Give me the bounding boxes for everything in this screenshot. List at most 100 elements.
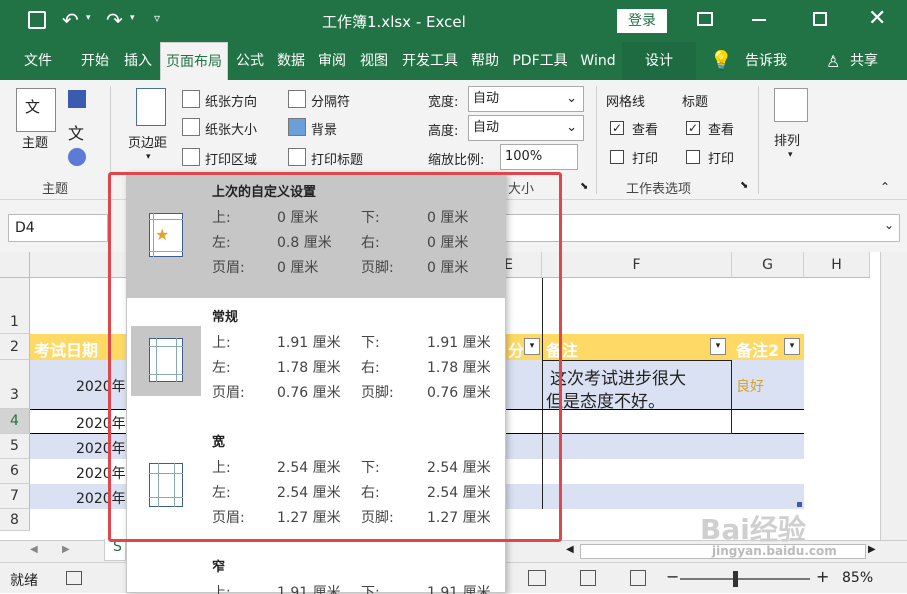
vertical-scrollbar[interactable] <box>880 252 907 542</box>
gridlines-print-label: 打印 <box>632 152 659 167</box>
filter-dropdown-icon[interactable]: ▾ <box>784 338 800 355</box>
row-header-5[interactable]: 5 <box>0 434 30 459</box>
colors-icon[interactable] <box>68 90 86 108</box>
headings-view-checkbox[interactable]: ✓ <box>686 121 700 135</box>
effects-icon[interactable] <box>68 148 86 166</box>
cell-note-line1[interactable]: 这次考试进步很大 <box>550 364 686 389</box>
filter-dropdown-icon[interactable]: ▾ <box>710 338 726 355</box>
tab-developer[interactable]: 开发工具 <box>396 42 464 80</box>
login-button[interactable]: 登录 <box>617 9 667 33</box>
zoom-level[interactable]: 85% <box>842 570 873 586</box>
gridlines-print-checkbox[interactable] <box>610 150 624 164</box>
collapse-ribbon-icon[interactable]: ⌃ <box>880 180 890 194</box>
table-resize-handle[interactable] <box>797 502 802 507</box>
scroll-left-icon[interactable]: ◀ <box>30 544 38 555</box>
tab-home[interactable]: 开始 <box>72 42 118 80</box>
column-header-g[interactable]: G <box>732 252 804 278</box>
tab-view[interactable]: 视图 <box>354 42 394 80</box>
orientation-icon[interactable] <box>182 90 200 108</box>
zoom-slider[interactable] <box>680 578 810 580</box>
print-titles-button[interactable]: 打印标题 <box>311 149 363 168</box>
minimize-icon[interactable] <box>752 19 766 21</box>
orientation-button[interactable]: 纸张方向 <box>205 91 257 110</box>
redo-dropdown-icon[interactable]: ▾ <box>130 13 135 23</box>
cell-rating[interactable]: 良好 <box>736 376 764 396</box>
breaks-icon[interactable] <box>288 90 306 108</box>
arrange-icon[interactable] <box>774 88 808 122</box>
dialog-launcher-icon[interactable]: ⬊ <box>740 180 748 191</box>
save-icon[interactable] <box>28 11 46 29</box>
select-all-corner[interactable] <box>0 252 30 278</box>
row-header-3[interactable]: 3 <box>0 360 30 409</box>
tab-wind[interactable]: Wind <box>576 42 620 80</box>
zoom-out-icon[interactable]: − <box>666 567 679 586</box>
size-button[interactable]: 纸张大小 <box>205 119 257 138</box>
margin-option-narrow[interactable]: 窄 上: 1.91 厘米 下: 1.91 厘米 <box>127 548 505 594</box>
column-header-f[interactable]: F <box>542 252 732 278</box>
row-header-1[interactable]: 1 <box>0 278 30 334</box>
horizontal-scroll-left-icon[interactable]: ◀ <box>566 544 574 555</box>
tab-pdf-tools[interactable]: PDF工具 <box>506 42 574 80</box>
share-button[interactable]: 共享 <box>844 42 884 80</box>
tab-review[interactable]: 审阅 <box>312 42 352 80</box>
header-cell-note2[interactable]: 备注2 <box>736 337 784 361</box>
undo-icon[interactable]: ↶ <box>62 8 79 32</box>
row-header-7[interactable]: 7 <box>0 484 30 509</box>
redo-icon[interactable]: ↷ <box>106 8 123 32</box>
expand-formula-icon[interactable]: ⌄ <box>884 218 894 232</box>
zoom-slider-thumb[interactable] <box>733 571 738 587</box>
headings-print-checkbox[interactable] <box>686 150 700 164</box>
print-titles-icon[interactable] <box>288 148 306 166</box>
sheet-tab[interactable]: S <box>104 539 126 561</box>
share-icon[interactable]: ♙ <box>826 52 840 71</box>
scale-input[interactable]: 100% <box>500 144 578 170</box>
row-header-6[interactable]: 6 <box>0 459 30 484</box>
margins-icon[interactable] <box>136 88 166 126</box>
background-button[interactable]: 背景 <box>311 119 337 138</box>
fonts-icon[interactable]: 文 <box>68 120 84 144</box>
tab-formulas[interactable]: 公式 <box>230 42 270 80</box>
tab-insert[interactable]: 插入 <box>118 42 158 80</box>
arrange-dropdown-icon[interactable]: ▾ <box>788 150 793 160</box>
tab-data[interactable]: 数据 <box>272 42 310 80</box>
width-select[interactable]: 自动 ⌄ <box>468 86 584 112</box>
horizontal-scroll-right-icon[interactable]: ▶ <box>868 544 876 555</box>
tab-page-layout[interactable]: 页面布局 <box>160 42 228 80</box>
macro-record-icon[interactable] <box>66 571 82 585</box>
margins-button[interactable]: 页边距 <box>128 132 167 151</box>
column-header-h[interactable]: H <box>804 252 870 278</box>
tab-design[interactable]: 设计 <box>622 42 696 80</box>
theme-button[interactable]: 主题 <box>22 132 48 151</box>
breaks-button[interactable]: 分隔符 <box>311 91 350 110</box>
ribbon-display-icon[interactable] <box>697 12 713 26</box>
row-header-8[interactable]: 8 <box>0 509 30 531</box>
tab-help[interactable]: 帮助 <box>466 42 504 80</box>
maximize-icon[interactable] <box>813 12 827 26</box>
row-header-2[interactable]: 2 <box>0 334 30 360</box>
size-icon[interactable] <box>182 118 200 136</box>
print-area-button[interactable]: 打印区域 <box>205 149 257 168</box>
headings-label: 标题 <box>682 95 709 110</box>
undo-dropdown-icon[interactable]: ▾ <box>86 13 91 23</box>
close-icon[interactable]: ✕ <box>868 6 886 31</box>
cell-note-line2[interactable]: 但是态度不好。 <box>546 387 665 412</box>
normal-view-icon[interactable] <box>528 570 546 586</box>
customize-qat-icon[interactable]: ▿ <box>154 11 160 25</box>
tell-me-search[interactable]: 告诉我 <box>738 42 794 80</box>
dialog-launcher-icon[interactable]: ⬊ <box>580 181 588 192</box>
name-box[interactable]: D4 <box>8 214 108 242</box>
page-break-view-icon[interactable] <box>630 570 646 586</box>
height-select[interactable]: 自动 ⌄ <box>468 115 584 141</box>
gridlines-view-checkbox[interactable]: ✓ <box>610 121 624 135</box>
row-header-4[interactable]: 4 <box>0 409 30 434</box>
margins-dropdown-icon[interactable]: ▾ <box>146 152 151 162</box>
height-label: 高度: <box>428 124 459 139</box>
background-icon[interactable] <box>288 118 306 136</box>
arrange-button[interactable]: 排列 <box>774 130 800 149</box>
zoom-in-icon[interactable]: + <box>816 567 829 586</box>
page-layout-view-icon[interactable] <box>580 570 596 586</box>
scroll-right-icon[interactable]: ▶ <box>62 544 70 555</box>
header-cell-exam-date[interactable]: 考试日期 <box>34 337 98 361</box>
tab-file[interactable]: 文件 <box>12 42 64 80</box>
print-area-icon[interactable] <box>182 148 200 166</box>
